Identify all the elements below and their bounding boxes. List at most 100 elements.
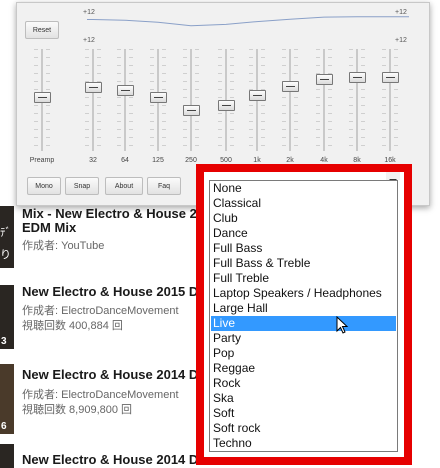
- slider-tick: [230, 113, 234, 114]
- dropdown-option-large-hall[interactable]: Large Hall: [211, 301, 396, 316]
- video-title-line2[interactable]: EDM Mix: [22, 220, 76, 235]
- slider-track[interactable]: [92, 49, 94, 151]
- slider-tick: [218, 129, 222, 130]
- slider-tick: [150, 137, 154, 138]
- slider-track[interactable]: [289, 49, 291, 151]
- slider-tick: [349, 49, 353, 50]
- band-label: 1k: [253, 157, 261, 164]
- mono-button[interactable]: Mono: [27, 177, 61, 195]
- slider-knob-16k[interactable]: [382, 72, 399, 84]
- slider-knob-250[interactable]: [183, 105, 200, 117]
- slider-tick: [349, 65, 353, 66]
- slider-tick: [150, 57, 154, 58]
- slider-tick: [249, 113, 253, 114]
- slider-tick: [183, 145, 187, 146]
- slider-track[interactable]: [356, 49, 358, 151]
- slider-tick: [349, 121, 353, 122]
- slider-tick: [361, 49, 365, 50]
- slider-tick: [382, 145, 386, 146]
- slider-tick: [361, 121, 365, 122]
- dropdown-option-dance[interactable]: Dance: [211, 226, 396, 241]
- slider-knob-64[interactable]: [117, 84, 134, 96]
- slider-tick: [230, 65, 234, 66]
- slider-tick: [117, 137, 121, 138]
- slider-knob-125[interactable]: [150, 92, 167, 104]
- dropdown-option-club[interactable]: Club: [211, 211, 396, 226]
- slider-tick: [349, 89, 353, 90]
- slider-tick: [282, 73, 286, 74]
- slider-tick: [195, 73, 199, 74]
- dropdown-option-laptop-speakers-headphones[interactable]: Laptop Speakers / Headphones: [211, 286, 396, 301]
- about-button[interactable]: About: [105, 177, 143, 195]
- dropdown-option-soft[interactable]: Soft: [211, 406, 396, 421]
- dropdown-option-party[interactable]: Party: [211, 331, 396, 346]
- slider-tick: [46, 49, 50, 50]
- slider-tick: [382, 105, 386, 106]
- slider-tick: [162, 65, 166, 66]
- slider-tick: [382, 65, 386, 66]
- slider-tick: [97, 57, 101, 58]
- slider-tick: [282, 97, 286, 98]
- slider-tick: [34, 145, 38, 146]
- video-thumbnail[interactable]: ﾃﾞ り: [0, 206, 14, 268]
- slider-tick: [394, 89, 398, 90]
- slider-tick: [382, 89, 386, 90]
- slider-knob-32[interactable]: [85, 82, 102, 94]
- slider-tick: [230, 49, 234, 50]
- mono-label: Mono: [35, 183, 53, 190]
- video-thumbnail[interactable]: 6: [0, 364, 14, 434]
- slider-tick: [46, 129, 50, 130]
- slider-tick: [294, 73, 298, 74]
- slider-tick: [249, 57, 253, 58]
- dropdown-option-none[interactable]: None: [211, 181, 396, 196]
- dropdown-option-techno[interactable]: Techno: [211, 436, 396, 451]
- slider-tick: [183, 121, 187, 122]
- dropdown-option-full-treble[interactable]: Full Treble: [211, 271, 396, 286]
- dropdown-option-full-bass-treble[interactable]: Full Bass & Treble: [211, 256, 396, 271]
- band-label: 2k: [286, 157, 294, 164]
- slider-track[interactable]: [124, 49, 126, 151]
- preset-dropdown-list[interactable]: None Classical Club Dance Full Bass Full Bass…: [209, 180, 398, 452]
- slider-knob-4k[interactable]: [316, 73, 333, 85]
- video-thumbnail[interactable]: 3: [0, 285, 14, 349]
- slider-knob-1k[interactable]: [249, 89, 266, 101]
- slider-track[interactable]: [323, 49, 325, 151]
- faq-button[interactable]: Faq: [147, 177, 181, 195]
- slider-knob-preamp[interactable]: [34, 92, 51, 104]
- slider-tick: [46, 137, 50, 138]
- snap-button[interactable]: Snap: [65, 177, 99, 195]
- slider-tick: [282, 113, 286, 114]
- slider-tick: [97, 73, 101, 74]
- slider-track[interactable]: [190, 49, 192, 151]
- slider-tick: [218, 65, 222, 66]
- dropdown-option-soft-rock[interactable]: Soft rock: [211, 421, 396, 436]
- dropdown-option-classical[interactable]: Classical: [211, 196, 396, 211]
- slider-tick: [394, 49, 398, 50]
- slider-tick: [129, 57, 133, 58]
- slider-knob-2k[interactable]: [282, 81, 299, 93]
- dropdown-option-live[interactable]: Live: [211, 316, 396, 331]
- dropdown-option-ska[interactable]: Ska: [211, 391, 396, 406]
- dropdown-option-full-bass[interactable]: Full Bass: [211, 241, 396, 256]
- response-curve: [87, 16, 409, 27]
- slider-tick: [195, 121, 199, 122]
- dropdown-toggle[interactable]: [386, 172, 400, 183]
- slider-tick: [294, 113, 298, 114]
- slider-knob-8k[interactable]: [349, 72, 366, 84]
- snap-label: Snap: [73, 183, 91, 190]
- band-label: 250: [185, 157, 197, 164]
- slider-tick: [316, 145, 320, 146]
- slider-tick: [349, 129, 353, 130]
- slider-tick: [46, 57, 50, 58]
- dropdown-option-rock[interactable]: Rock: [211, 376, 396, 391]
- slider-tick: [46, 121, 50, 122]
- dropdown-option-reggae[interactable]: Reggae: [211, 361, 396, 376]
- slider-tick: [97, 129, 101, 130]
- dropdown-option-pop[interactable]: Pop: [211, 346, 396, 361]
- slider-knob-500[interactable]: [218, 100, 235, 112]
- slider-tick: [394, 57, 398, 58]
- slider-track[interactable]: [389, 49, 391, 151]
- slider-tick: [349, 97, 353, 98]
- video-thumbnail[interactable]: [0, 444, 14, 468]
- slider-tick: [85, 73, 89, 74]
